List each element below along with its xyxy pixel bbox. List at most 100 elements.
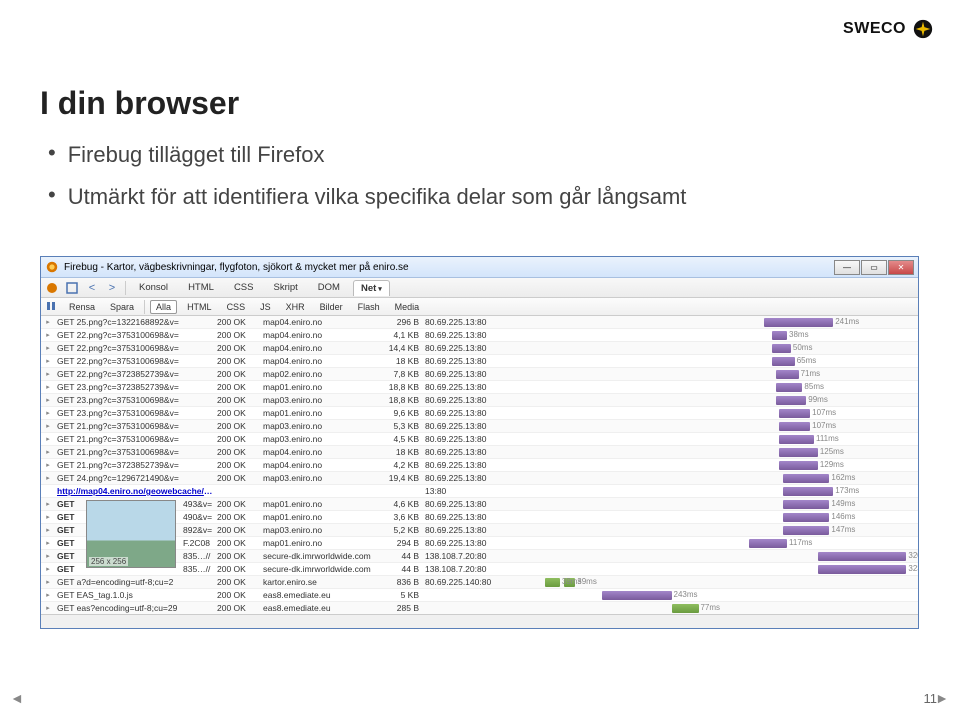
expand-icon[interactable]: ▸: [41, 474, 55, 482]
expand-icon[interactable]: ▸: [41, 435, 55, 443]
expand-icon[interactable]: ▸: [41, 565, 55, 573]
net-row[interactable]: ▸GET 23.png?c=3753100698&v=200 OKmap03.e…: [41, 394, 918, 407]
request-url[interactable]: GET 22.png?c=3753100698&v=: [55, 356, 217, 366]
request-url[interactable]: http://map04.eniro.no/geowebcache/servic…: [55, 486, 217, 496]
expand-icon[interactable]: ▸: [41, 370, 55, 378]
expand-icon[interactable]: ▸: [41, 422, 55, 430]
next-slide-arrow[interactable]: ►: [935, 690, 949, 706]
request-url[interactable]: GET 22.png?c=3753100698&v=: [55, 343, 217, 353]
request-url[interactable]: GET: [55, 512, 85, 522]
filter-css[interactable]: CSS: [222, 301, 251, 313]
request-url[interactable]: GET eas?encoding=utf-8;cu=29: [55, 603, 217, 613]
net-row[interactable]: ▸GET 21.png?c=3753100698&v=200 OKmap03.e…: [41, 433, 918, 446]
request-url[interactable]: GET 23.png?c=3753100698&v=: [55, 395, 217, 405]
request-url[interactable]: GET 22.png?c=3723852739&v=: [55, 369, 217, 379]
tab-script[interactable]: Skript: [266, 280, 304, 295]
filter-html[interactable]: HTML: [182, 301, 217, 313]
tab-html[interactable]: HTML: [181, 280, 221, 295]
request-domain: map02.eniro.no: [263, 369, 381, 379]
filter-js[interactable]: JS: [255, 301, 276, 313]
maximize-button[interactable]: ▭: [861, 260, 887, 275]
request-url[interactable]: GET: [55, 564, 85, 574]
status-code: 200 OK: [217, 447, 263, 457]
filter-flash[interactable]: Flash: [353, 301, 385, 313]
request-url[interactable]: GET 21.png?c=3753100698&v=: [55, 421, 217, 431]
net-row[interactable]: ▸GET 22.png?c=3723852739&v=200 OKmap02.e…: [41, 368, 918, 381]
net-row[interactable]: ▸GET 22.png?c=3753100698&v=200 OKmap04.e…: [41, 355, 918, 368]
minimize-button[interactable]: —: [834, 260, 860, 275]
prev-slide-arrow[interactable]: ◄: [10, 690, 24, 706]
expand-icon[interactable]: ▸: [41, 513, 55, 521]
request-url[interactable]: GET: [55, 525, 85, 535]
net-row[interactable]: ▸GET 24.png?c=1296721490&v=200 OKmap03.e…: [41, 472, 918, 485]
save-button[interactable]: Spara: [105, 301, 139, 313]
net-row[interactable]: ▸GET 22.png?c=3753100698&v=200 OKmap04.e…: [41, 329, 918, 342]
expand-icon[interactable]: ▸: [41, 604, 55, 612]
status-code: 200 OK: [217, 603, 263, 613]
filter-all[interactable]: Alla: [150, 300, 177, 314]
request-url[interactable]: GET 23.png?c=3723852739&v=: [55, 382, 217, 392]
timing-waterfall: 241ms: [533, 317, 918, 328]
firebug-icon: [45, 260, 59, 274]
request-url[interactable]: GET 24.png?c=1296721490&v=: [55, 473, 217, 483]
request-domain: map04.eniro.no: [263, 356, 381, 366]
expand-icon[interactable]: ▸: [41, 591, 55, 599]
expand-icon[interactable]: ▸: [41, 539, 55, 547]
net-row[interactable]: ▸GET EAS_tag.1.0.js200 OKeas8.emediate.e…: [41, 589, 918, 602]
expand-icon[interactable]: ▸: [41, 396, 55, 404]
expand-icon[interactable]: ▸: [41, 331, 55, 339]
filter-media[interactable]: Media: [390, 301, 425, 313]
tab-net[interactable]: Net: [353, 280, 390, 296]
request-url[interactable]: GET 23.png?c=3753100698&v=: [55, 408, 217, 418]
request-url[interactable]: GET 25.png?c=1322168892&v=: [55, 317, 217, 327]
net-row[interactable]: ▸GET 21.png?c=3753100698&v=200 OKmap04.e…: [41, 446, 918, 459]
pause-icon[interactable]: [45, 300, 59, 314]
expand-icon[interactable]: ▸: [41, 383, 55, 391]
expand-icon[interactable]: ▸: [41, 318, 55, 326]
request-url[interactable]: GET 21.png?c=3753100698&v=: [55, 447, 217, 457]
net-row[interactable]: ▸GET eas?encoding=utf-8;cu=29200 OKeas8.…: [41, 602, 918, 614]
window-titlebar[interactable]: Firebug - Kartor, vägbeskrivningar, flyg…: [41, 257, 918, 278]
filter-xhr[interactable]: XHR: [281, 301, 310, 313]
request-url[interactable]: GET 21.png?c=3753100698&v=: [55, 434, 217, 444]
expand-icon[interactable]: ▸: [41, 357, 55, 365]
tab-console[interactable]: Konsol: [132, 280, 175, 295]
net-row[interactable]: ▸GET 21.png?c=3753100698&v=200 OKmap03.e…: [41, 420, 918, 433]
net-row[interactable]: ▸GET a?d=encoding=utf-8;cu=2200 OKkartor…: [41, 576, 918, 589]
expand-icon[interactable]: ▸: [41, 578, 55, 586]
net-row[interactable]: ▸GET 23.png?c=3723852739&v=200 OKmap01.e…: [41, 381, 918, 394]
horizontal-scrollbar[interactable]: [41, 614, 918, 628]
net-row[interactable]: ▸GET 25.png?c=1322168892&v=200 OKmap04.e…: [41, 316, 918, 329]
request-url[interactable]: GET 22.png?c=3753100698&v=: [55, 330, 217, 340]
expand-icon[interactable]: ▸: [41, 409, 55, 417]
expand-icon[interactable]: ▸: [41, 500, 55, 508]
tab-dom[interactable]: DOM: [311, 280, 347, 295]
expand-icon[interactable]: ▸: [41, 448, 55, 456]
net-row[interactable]: ▸GET 21.png?c=3723852739&v=200 OKmap04.e…: [41, 459, 918, 472]
inspect-icon[interactable]: [65, 281, 79, 295]
tab-css[interactable]: CSS: [227, 280, 261, 295]
expand-icon[interactable]: ▸: [41, 461, 55, 469]
request-url[interactable]: GET EAS_tag.1.0.js: [55, 590, 217, 600]
net-panel[interactable]: 256 x 256 ▸GET 25.png?c=1322168892&v=200…: [41, 316, 918, 614]
request-url[interactable]: GET: [55, 551, 85, 561]
filter-images[interactable]: Bilder: [315, 301, 348, 313]
close-button[interactable]: ✕: [888, 260, 914, 275]
request-url[interactable]: GET a?d=encoding=utf-8;cu=2: [55, 577, 217, 587]
net-row[interactable]: ▸GET 23.png?c=3753100698&v=200 OKmap01.e…: [41, 407, 918, 420]
net-row[interactable]: http://map04.eniro.no/geowebcache/servic…: [41, 485, 918, 498]
expand-icon[interactable]: ▸: [41, 526, 55, 534]
request-url[interactable]: GET: [55, 499, 85, 509]
request-url[interactable]: GET: [55, 538, 85, 548]
expand-icon[interactable]: ▸: [41, 344, 55, 352]
net-row[interactable]: ▸GET 22.png?c=3753100698&v=200 OKmap04.e…: [41, 342, 918, 355]
forward-icon[interactable]: >: [105, 281, 119, 295]
clear-button[interactable]: Rensa: [64, 301, 100, 313]
response-size: 18,8 KB: [381, 382, 425, 392]
expand-icon[interactable]: ▸: [41, 552, 55, 560]
request-url[interactable]: GET 21.png?c=3723852739&v=: [55, 460, 217, 470]
firebug-menu-icon[interactable]: [45, 281, 59, 295]
back-icon[interactable]: <: [85, 281, 99, 295]
status-code: 200 OK: [217, 525, 263, 535]
remote-address: 138.108.7.20:80: [425, 564, 533, 574]
